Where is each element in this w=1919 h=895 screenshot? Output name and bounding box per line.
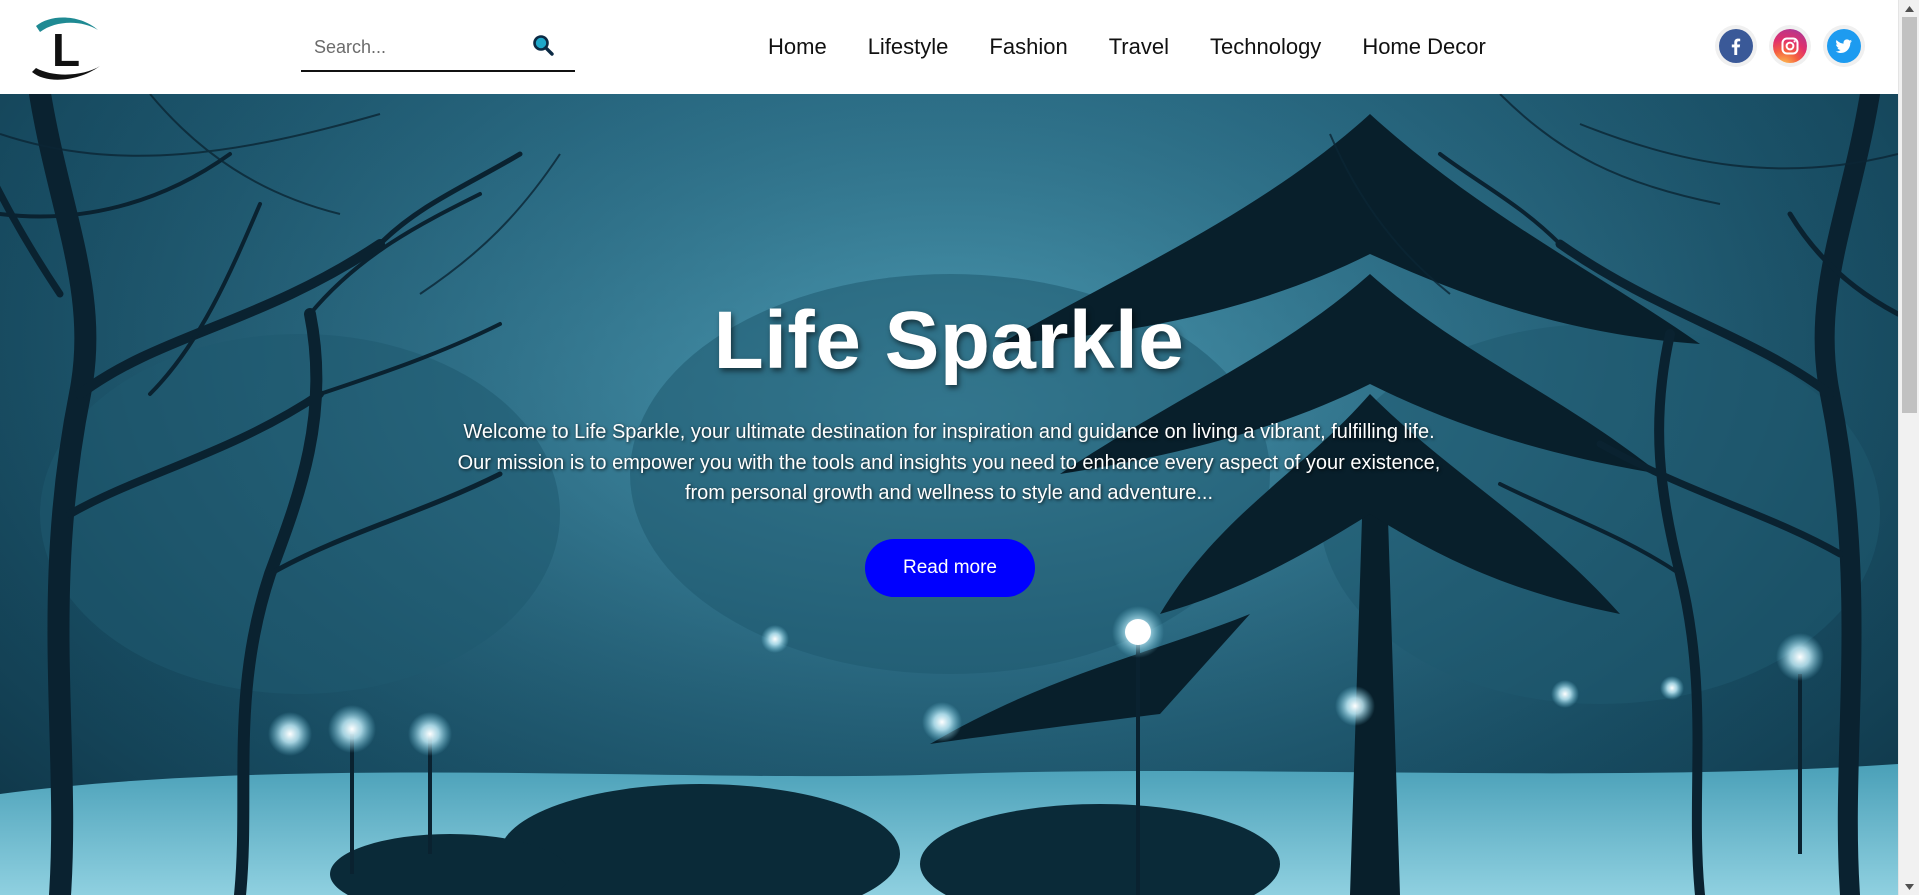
site-header: L Home Lifestyle Fashion Travel Technolo… [0, 0, 1898, 94]
site-logo[interactable]: L [28, 12, 104, 82]
arrow-up-icon [1905, 5, 1914, 12]
instagram-link[interactable] [1773, 29, 1807, 63]
nav-fashion[interactable]: Fashion [989, 31, 1067, 63]
twitter-icon [1835, 39, 1852, 53]
nav-lifestyle[interactable]: Lifestyle [868, 31, 949, 63]
arrow-down-icon [1905, 883, 1914, 890]
nav-technology[interactable]: Technology [1210, 31, 1321, 63]
logo-letter: L [52, 24, 80, 76]
nav-home[interactable]: Home [768, 31, 827, 63]
main-nav: Home Lifestyle Fashion Travel Technology… [768, 31, 1486, 63]
hero-text-line-1: Welcome to Life Sparkle, your ultimate d… [463, 421, 1435, 443]
twitter-link[interactable] [1827, 29, 1861, 63]
facebook-link[interactable] [1719, 29, 1753, 63]
hero-text-line-2: Our mission is to empower you with the t… [457, 451, 1441, 474]
hero-section: Life Sparkle Welcome to Life Sparkle, yo… [0, 94, 1898, 895]
nav-home-decor[interactable]: Home Decor [1362, 31, 1485, 63]
scroll-down-arrow[interactable] [1899, 878, 1919, 895]
search-icon [533, 34, 554, 56]
hero-description: Welcome to Life Sparkle, your ultimate d… [400, 417, 1498, 509]
hero-title: Life Sparkle [713, 295, 1185, 386]
page-scrollbar[interactable] [1898, 0, 1919, 895]
search-input[interactable] [301, 32, 521, 62]
hero-text-line-3: from personal growth and wellness to sty… [684, 482, 1214, 504]
instagram-icon [1781, 37, 1799, 55]
social-links [1719, 29, 1861, 63]
logo-icon: L [32, 17, 100, 80]
scroll-up-arrow[interactable] [1899, 0, 1919, 17]
scroll-thumb[interactable] [1902, 17, 1917, 413]
read-more-button[interactable]: Read more [865, 539, 1035, 597]
facebook-icon [1731, 38, 1741, 55]
search-button[interactable] [530, 33, 556, 59]
nav-travel[interactable]: Travel [1109, 31, 1169, 63]
